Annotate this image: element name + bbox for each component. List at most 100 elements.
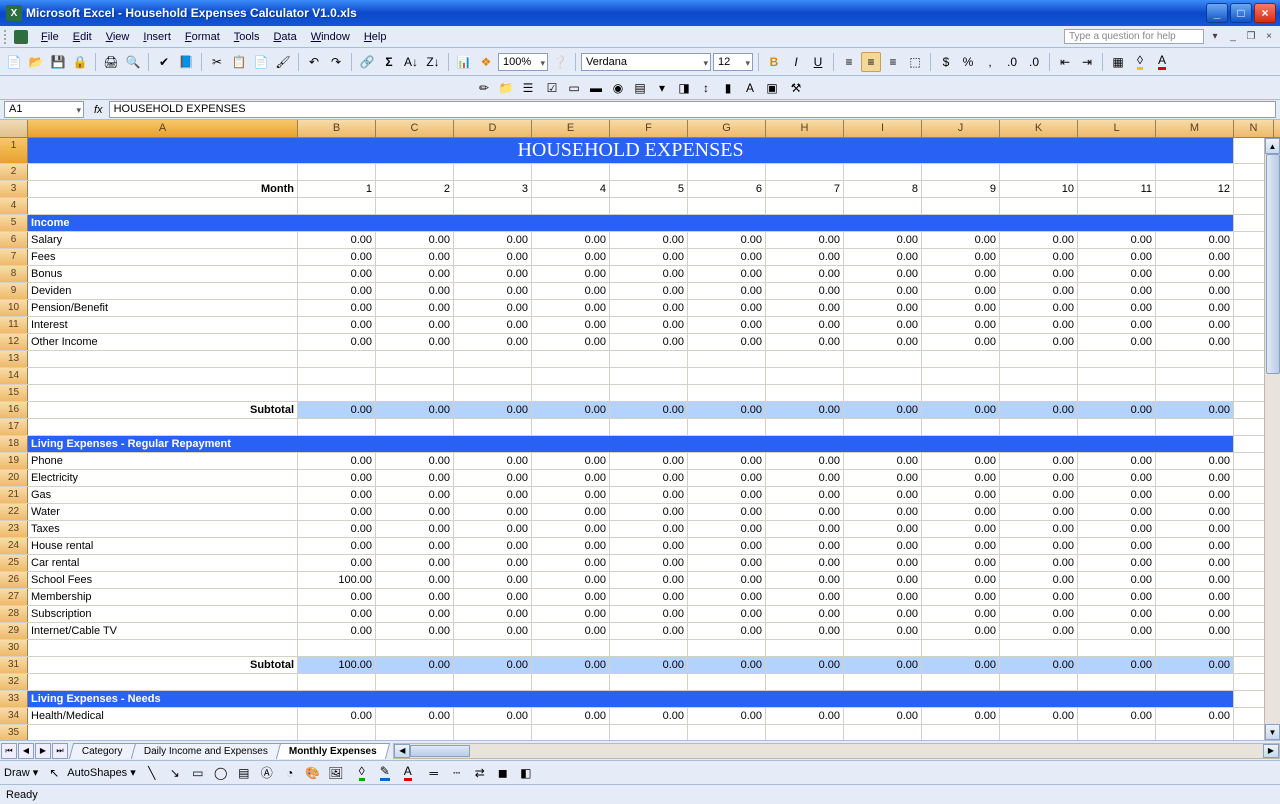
row-header-15[interactable]: 15 (0, 385, 28, 401)
row-header-7[interactable]: 7 (0, 249, 28, 265)
value-cell[interactable]: 0.00 (454, 266, 532, 282)
value-cell[interactable]: 0.00 (688, 334, 766, 350)
value-cell[interactable]: 0.00 (454, 504, 532, 520)
item-label[interactable]: Deviden (28, 283, 298, 299)
undo-icon[interactable]: ↶ (304, 52, 324, 72)
row-header-22[interactable]: 22 (0, 504, 28, 520)
subtotal-cell[interactable]: 0.00 (532, 402, 610, 418)
row-header-34[interactable]: 34 (0, 708, 28, 724)
paste-icon[interactable]: 📄 (251, 52, 271, 72)
sort-asc-icon[interactable]: A↓ (401, 52, 421, 72)
value-cell[interactable]: 0.00 (298, 606, 376, 622)
value-cell[interactable]: 0.00 (454, 538, 532, 554)
row-header-2[interactable]: 2 (0, 164, 28, 180)
cell[interactable] (532, 351, 610, 367)
shadow-style-icon[interactable]: ◼ (493, 763, 513, 783)
value-cell[interactable]: 0.00 (1156, 249, 1234, 265)
value-cell[interactable]: 0.00 (1078, 470, 1156, 486)
value-cell[interactable]: 0.00 (1156, 470, 1234, 486)
vertical-scrollbar[interactable]: ▲ ▼ (1264, 138, 1280, 740)
value-cell[interactable]: 0.00 (1000, 572, 1078, 588)
col-header-K[interactable]: K (1000, 120, 1078, 137)
scroll-thumb-h[interactable] (410, 745, 470, 757)
tab-last-button[interactable]: ⏭ (52, 743, 68, 759)
menu-file[interactable]: File (34, 28, 66, 46)
help-dropdown[interactable]: ▾ (1208, 31, 1222, 43)
subtotal-cell[interactable]: 0.00 (766, 402, 844, 418)
value-cell[interactable]: 0.00 (1000, 266, 1078, 282)
row-header-18[interactable]: 18 (0, 436, 28, 452)
item-label[interactable]: Gas (28, 487, 298, 503)
cell[interactable] (1000, 674, 1078, 690)
value-cell[interactable]: 0.00 (376, 623, 454, 639)
row-header-19[interactable]: 19 (0, 453, 28, 469)
subtotal-cell[interactable]: 0.00 (376, 402, 454, 418)
value-cell[interactable]: 0.00 (1078, 538, 1156, 554)
value-cell[interactable]: 0.00 (844, 708, 922, 724)
value-cell[interactable]: 0.00 (766, 623, 844, 639)
value-cell[interactable]: 0.00 (1156, 708, 1234, 724)
value-cell[interactable]: 0.00 (922, 504, 1000, 520)
row-header-5[interactable]: 5 (0, 215, 28, 231)
cell[interactable] (844, 725, 922, 740)
value-cell[interactable]: 0.00 (766, 317, 844, 333)
command-button-icon[interactable]: ▬ (586, 78, 606, 98)
row-header-17[interactable]: 17 (0, 419, 28, 435)
help-icon[interactable]: ❔ (550, 52, 570, 72)
cell[interactable] (298, 640, 376, 656)
value-cell[interactable]: 0.00 (298, 283, 376, 299)
value-cell[interactable]: 0.00 (1000, 623, 1078, 639)
value-cell[interactable]: 0.00 (298, 317, 376, 333)
value-cell[interactable]: 0.00 (376, 232, 454, 248)
value-cell[interactable]: 0.00 (298, 470, 376, 486)
value-cell[interactable]: 0.00 (610, 283, 688, 299)
cell[interactable] (454, 164, 532, 180)
value-cell[interactable]: 0.00 (922, 589, 1000, 605)
value-cell[interactable]: 0.00 (376, 708, 454, 724)
row-header-33[interactable]: 33 (0, 691, 28, 707)
cell[interactable] (1156, 674, 1234, 690)
value-cell[interactable]: 100.00 (298, 572, 376, 588)
toggle-button-icon[interactable]: ◨ (674, 78, 694, 98)
value-cell[interactable]: 0.00 (766, 572, 844, 588)
line-color-icon[interactable]: ✎ (375, 763, 395, 783)
cell[interactable] (610, 725, 688, 740)
form-properties-icon[interactable]: ☰ (518, 78, 538, 98)
format-painter-icon[interactable]: 🖌 (273, 52, 293, 72)
autosum-icon[interactable]: Σ (379, 52, 399, 72)
row-header-31[interactable]: 31 (0, 657, 28, 673)
cell[interactable] (1156, 164, 1234, 180)
value-cell[interactable]: 0.00 (688, 470, 766, 486)
section-living_needs[interactable]: Living Expenses - Needs (28, 691, 1234, 707)
subtotal-cell[interactable]: 0.00 (844, 402, 922, 418)
col-header-J[interactable]: J (922, 120, 1000, 137)
value-cell[interactable]: 0.00 (298, 521, 376, 537)
scroll-up-button[interactable]: ▲ (1265, 138, 1280, 154)
cell[interactable] (844, 368, 922, 384)
cell[interactable] (454, 674, 532, 690)
value-cell[interactable]: 0.00 (1078, 300, 1156, 316)
value-cell[interactable]: 0.00 (1156, 283, 1234, 299)
permission-icon[interactable]: 🔒 (70, 52, 90, 72)
subtotal-cell[interactable]: 0.00 (1000, 402, 1078, 418)
cell[interactable] (688, 198, 766, 214)
value-cell[interactable]: 0.00 (1000, 521, 1078, 537)
value-cell[interactable]: 0.00 (532, 317, 610, 333)
cell[interactable] (844, 164, 922, 180)
subtotal-cell[interactable]: 0.00 (610, 402, 688, 418)
menu-window[interactable]: Window (304, 28, 357, 46)
value-cell[interactable]: 0.00 (1000, 249, 1078, 265)
value-cell[interactable]: 0.00 (844, 521, 922, 537)
value-cell[interactable]: 0.00 (454, 249, 532, 265)
cell[interactable] (376, 640, 454, 656)
line-style-icon[interactable]: ═ (424, 763, 444, 783)
cell[interactable] (28, 419, 298, 435)
value-cell[interactable]: 0.00 (1156, 300, 1234, 316)
month-4[interactable]: 4 (532, 181, 610, 197)
subtotal-cell[interactable]: 0.00 (1156, 402, 1234, 418)
fill-color-icon[interactable]: ◊ (1130, 52, 1150, 72)
value-cell[interactable]: 0.00 (1000, 317, 1078, 333)
month-5[interactable]: 5 (610, 181, 688, 197)
item-label[interactable]: Taxes (28, 521, 298, 537)
value-cell[interactable]: 0.00 (844, 249, 922, 265)
